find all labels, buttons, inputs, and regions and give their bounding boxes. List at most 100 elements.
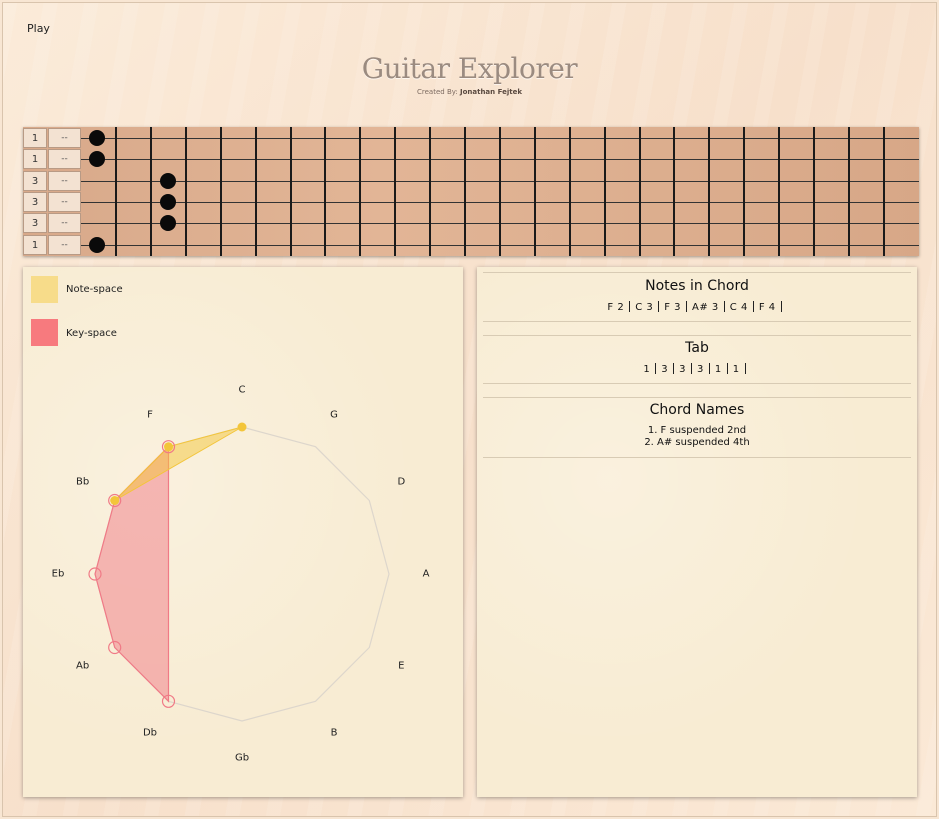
fret-line	[219, 127, 222, 256]
note-label-eb: Eb	[51, 568, 65, 580]
finger-select[interactable]: 3	[23, 213, 47, 234]
separator	[673, 363, 675, 374]
credit-name: Jonathan Fejtek	[459, 88, 522, 96]
fret-line	[464, 127, 466, 256]
finger-dot[interactable]	[89, 236, 105, 253]
fret-line	[149, 127, 152, 256]
string-option-select[interactable]: --	[48, 191, 81, 212]
finger-select[interactable]: 3	[23, 170, 47, 191]
fret-line	[324, 127, 327, 256]
fret-line	[359, 127, 362, 256]
circle-panel: Note-space Key-space C G D A E B Gb Db Ab Eb Bb F	[23, 267, 463, 797]
string-option-select[interactable]: --	[48, 170, 81, 191]
finger-select[interactable]: 1	[23, 149, 47, 170]
fretboard-grid[interactable]	[81, 127, 919, 256]
finger-select[interactable]: 3	[23, 191, 47, 212]
chord-names-title: Chord Names	[649, 402, 745, 418]
note-space-shape	[114, 426, 243, 501]
notes-list: F 2 C 3 F 3 A# 3 C 4 F 4	[477, 301, 917, 313]
note-label-f: F	[147, 409, 153, 421]
chord-note: F 4	[758, 302, 776, 313]
fret-line	[638, 127, 641, 256]
fret-line	[778, 127, 781, 256]
fret-line	[673, 127, 676, 256]
tab-value: 1	[643, 364, 651, 375]
tab-list: 133311	[477, 363, 917, 375]
finger-select[interactable]: 1	[23, 234, 47, 255]
finger-dot[interactable]	[160, 215, 177, 232]
play-button[interactable]: Play	[27, 22, 50, 35]
separator	[629, 301, 631, 312]
fret-line	[115, 127, 117, 256]
separator	[686, 301, 688, 312]
tab-value: 3	[679, 364, 686, 375]
string-option-select[interactable]: --	[48, 213, 81, 234]
chord-note: A# 3	[692, 302, 719, 313]
chord-info-panel: Notes in Chord F 2 C 3 F 3 A# 3 C 4 F 4 Tab 1…	[477, 267, 917, 797]
separator	[708, 363, 710, 374]
fret-line	[813, 127, 815, 256]
separator	[752, 301, 754, 312]
finger-dot[interactable]	[89, 130, 105, 146]
finger-dot[interactable]	[160, 172, 177, 189]
fret-line	[708, 127, 711, 256]
string-option-select[interactable]: --	[48, 149, 81, 170]
tab-value: 1	[714, 364, 722, 375]
chord-note: C 3	[635, 302, 654, 313]
finger-dot[interactable]	[160, 193, 177, 210]
fret-line	[429, 127, 432, 256]
string-control-row: 3 --	[23, 170, 81, 192]
note-label-b: B	[330, 727, 338, 739]
fret-line	[289, 127, 292, 256]
finger-select[interactable]: 1	[23, 128, 47, 148]
chord-note: F 2	[607, 302, 625, 313]
divider	[483, 335, 911, 336]
chord-name-item: 1. F suspended 2nd	[647, 425, 747, 436]
fret-line	[394, 127, 397, 256]
chord-note: C 4	[729, 302, 748, 313]
note-label-gb: Gb	[234, 752, 250, 764]
note-label-d: D	[397, 476, 406, 488]
divider	[483, 272, 911, 273]
note-space-marker	[164, 442, 173, 452]
note-label-c: C	[238, 384, 246, 396]
string-option-select[interactable]: --	[48, 234, 81, 255]
separator	[723, 301, 725, 312]
string-control-row: 1 --	[23, 234, 81, 256]
divider	[483, 397, 911, 398]
string-control-row: 3 --	[23, 213, 81, 234]
fretboard: 1 -- 1 -- 3 -- 3 -- 3 -- 1 --	[23, 127, 919, 256]
note-label-ab: Ab	[76, 660, 90, 672]
note-label-a: A	[422, 568, 430, 580]
separator	[780, 301, 782, 312]
separator	[691, 363, 692, 374]
string-control-row: 1 --	[23, 128, 81, 149]
fret-line	[882, 127, 885, 256]
string-option-select[interactable]: --	[48, 128, 81, 148]
finger-dot[interactable]	[89, 151, 105, 168]
chord-name-item: 2. A# suspended 4th	[644, 437, 750, 448]
circle-of-fifths	[88, 422, 390, 722]
fret-line	[568, 127, 571, 256]
fret-line	[743, 127, 746, 256]
fret-line	[184, 127, 187, 256]
note-space-marker	[110, 496, 120, 505]
tab-value: 3	[697, 364, 704, 375]
fret-line	[847, 127, 850, 256]
page-title: Guitar Explorer	[361, 52, 578, 85]
note-space-marker	[237, 422, 247, 432]
note-label-db: Db	[142, 727, 158, 739]
separator	[655, 363, 657, 374]
string-control-row: 1 --	[23, 149, 81, 170]
separator	[744, 363, 746, 374]
divider	[483, 321, 911, 322]
notes-title: Notes in Chord	[645, 278, 749, 294]
divider	[483, 457, 911, 458]
credit-prefix: Created By:	[417, 88, 458, 96]
tab-value: 3	[661, 364, 669, 375]
string-control-row: 3 --	[23, 191, 81, 213]
fret-line	[254, 127, 257, 256]
fret-line	[533, 127, 536, 256]
separator	[658, 301, 660, 312]
note-label-g: G	[330, 409, 338, 421]
